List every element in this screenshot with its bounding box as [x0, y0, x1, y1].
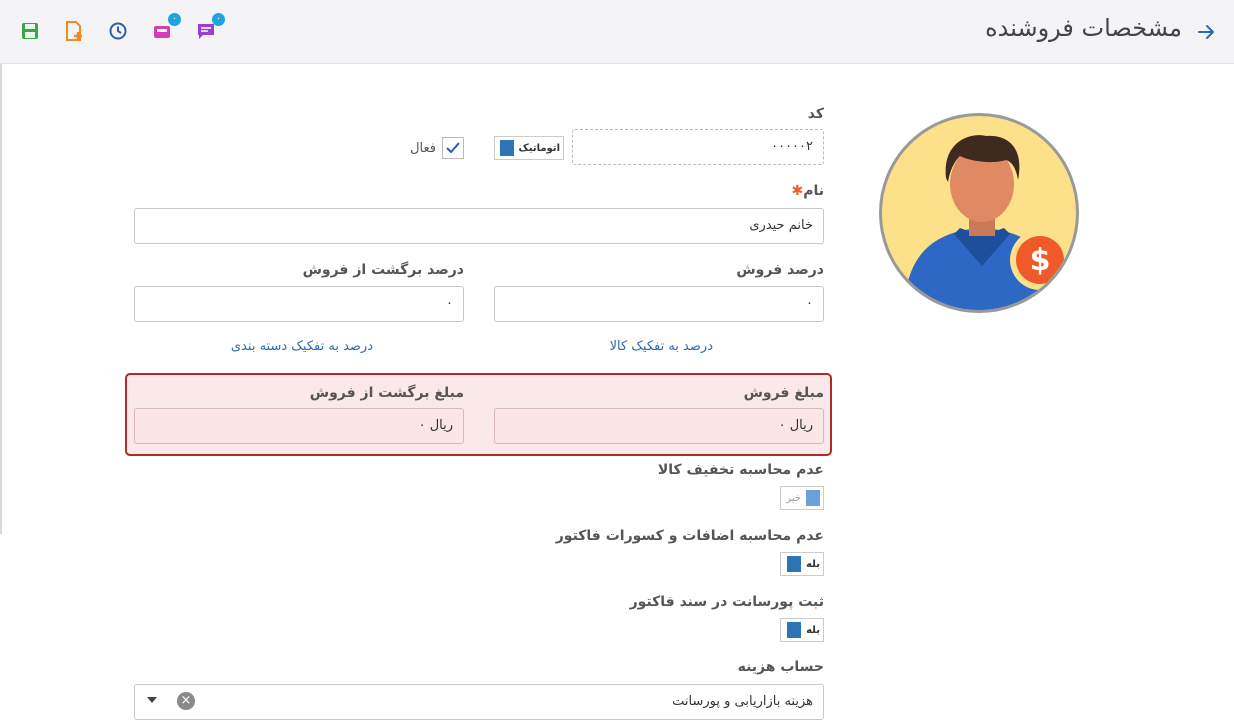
panel-border [0, 64, 2, 534]
auto-code-knob [499, 140, 514, 156]
sale-amount-input[interactable]: ریال ۰ [494, 408, 824, 444]
expense-account-label: حساب هزینه [737, 659, 824, 675]
commission-label: ثبت پورسانت در سند فاکتور [629, 594, 824, 610]
add-file-icon[interactable] [63, 20, 85, 42]
code-field[interactable]: ۰۰۰۰۰۲ [572, 129, 824, 165]
return-amount-input[interactable]: ریال ۰ [134, 408, 464, 444]
svg-text:$: $ [1030, 243, 1051, 278]
no-additions-value: بله [806, 558, 820, 570]
history-icon[interactable] [107, 20, 129, 42]
commission-toggle[interactable]: بله [780, 618, 824, 642]
active-label: فعال [410, 141, 436, 156]
chevron-down-icon[interactable] [147, 697, 157, 703]
active-checkbox[interactable] [442, 137, 464, 159]
sale-percent-label: درصد فروش [736, 262, 824, 278]
top-toolbar: مشخصات فروشنده ۰ ۰ [0, 0, 1234, 64]
by-category-link[interactable]: درصد به تفکیک دسته بندی [231, 339, 373, 354]
commission-value: بله [806, 624, 820, 636]
no-discount-label: عدم محاسبه تخفیف کالا [657, 462, 824, 478]
return-percent-input[interactable]: ۰ [134, 286, 464, 322]
sale-percent-input[interactable]: ۰ [494, 286, 824, 322]
no-additions-toggle[interactable]: بله [780, 552, 824, 576]
expense-account-select[interactable]: هزینه بازاریابی و پورسانت [134, 684, 824, 720]
no-discount-toggle[interactable]: خیر [780, 486, 824, 510]
checkmark-icon [446, 142, 460, 154]
save-icon[interactable] [19, 20, 41, 42]
name-input[interactable]: خانم حیدری [134, 208, 824, 244]
inbox-badge: ۰ [168, 13, 181, 26]
no-additions-label: عدم محاسبه اضافات و کسورات فاکتور [555, 528, 824, 544]
commission-knob [787, 622, 802, 638]
no-discount-knob [806, 490, 820, 506]
sale-amount-label: مبلغ فروش [743, 385, 824, 401]
no-discount-value: خیر [786, 492, 801, 504]
no-additions-knob [787, 556, 802, 572]
back-arrow-icon[interactable] [1196, 22, 1216, 42]
auto-code-toggle[interactable]: اتوماتیک [494, 136, 564, 160]
seller-avatar-image: $ [904, 135, 1070, 310]
chat-button[interactable]: ۰ [195, 13, 225, 42]
return-amount-label: مبلغ برگشت از فروش [309, 385, 464, 401]
required-asterisk-icon: ✱ [791, 183, 804, 199]
clear-icon[interactable]: × [177, 692, 195, 710]
by-product-link[interactable]: درصد به تفکیک کالا [610, 339, 713, 354]
inbox-button[interactable]: ۰ [151, 13, 181, 42]
auto-code-label: اتوماتیک [518, 142, 560, 154]
seller-avatar[interactable]: $ [879, 113, 1079, 313]
page-title: مشخصات فروشنده [985, 14, 1182, 42]
name-label: نام✱ [787, 183, 824, 199]
code-label: کد [807, 106, 824, 122]
chat-badge: ۰ [212, 13, 225, 26]
return-percent-label: درصد برگشت از فروش [302, 262, 464, 278]
name-label-text: نام [803, 183, 824, 199]
